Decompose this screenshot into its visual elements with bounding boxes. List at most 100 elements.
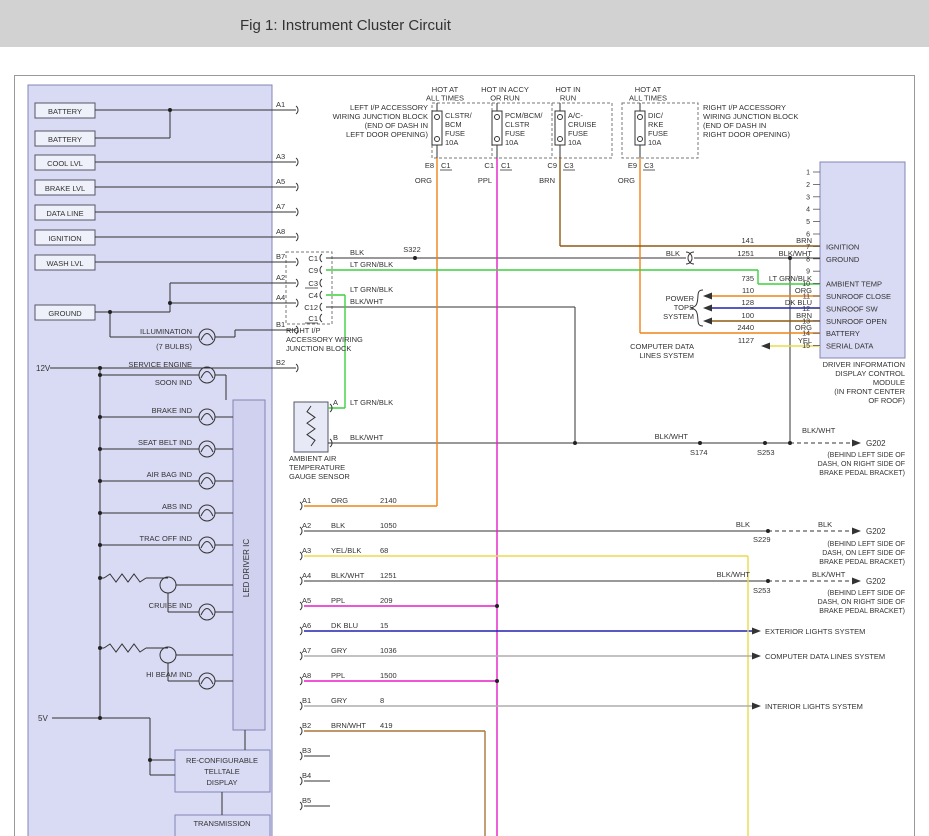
connector-circuit: 8 — [380, 696, 384, 705]
junction-pin: C12 — [304, 303, 318, 312]
dic-caption: MODULE — [873, 378, 905, 387]
dic-pin-number: 5 — [806, 219, 810, 226]
connector-color: ORG — [331, 496, 348, 505]
sensor-pin-a: A — [333, 398, 338, 407]
illumination-label: (7 BULBS) — [156, 342, 192, 351]
dic-pin-label: SUNROOF OPEN — [826, 317, 887, 326]
connector-ref: C1 — [501, 161, 511, 170]
ground-g202: G202 — [866, 577, 886, 586]
junction-pin: C1 — [308, 314, 318, 323]
splice-s174: S174 — [690, 448, 708, 457]
dic-wire-circuit: 128 — [741, 298, 754, 307]
ground-wire-label: BLK/WHT — [802, 426, 836, 435]
cluster-edge-pin-A3: A3 — [276, 152, 285, 161]
dic-wire-circuit: 100 — [741, 311, 754, 320]
left-block-label: WIRING JUNCTION BLOCK — [333, 112, 428, 121]
cluster-edge-pin-A5: A5 — [276, 177, 285, 186]
junction-pin: C3 — [308, 279, 318, 288]
fuse-label: CRUISE — [568, 120, 596, 129]
cluster-edge-pin-B2: B2 — [276, 358, 285, 367]
connector-ref: C3 — [644, 161, 654, 170]
connector-circuit: 419 — [380, 721, 393, 730]
connector-ref: E9 — [628, 161, 637, 170]
cluster-edge-pin-A1: A1 — [276, 100, 285, 109]
wire-color-label: ORG — [618, 176, 635, 185]
power-tops-label: POWER — [666, 294, 695, 303]
indicator-label: CRUISE IND — [149, 601, 193, 610]
fuse-label: FUSE — [568, 129, 588, 138]
ground-g202: G202 — [866, 439, 886, 448]
fuse-label: FUSE — [505, 129, 525, 138]
fuse-label: A/C- — [568, 111, 584, 120]
ground-wire-label: BLK/WHT — [812, 570, 846, 579]
fuse-label: 10A — [568, 138, 581, 147]
junction-pin: C4 — [308, 291, 318, 300]
illumination-label: ILLUMINATION — [140, 327, 192, 336]
dic-wire-circuit: 2440 — [737, 323, 754, 332]
connector-ref: C1 — [484, 161, 494, 170]
connector-circuit: 1050 — [380, 521, 397, 530]
cluster-edge-pin-B1: B1 — [276, 320, 285, 329]
fuse-label: 10A — [648, 138, 661, 147]
connector-pin-A3: A3 — [302, 546, 311, 555]
cluster-pin-box-label: DATA LINE — [46, 209, 83, 218]
exterior-lights-label: EXTERIOR LIGHTS SYSTEM — [765, 627, 865, 636]
ground-note: BRAKE PEDAL BRACKET) — [819, 559, 905, 566]
ambient-sensor-box — [294, 402, 328, 452]
fuse-label: PCM/BCM/ — [505, 111, 543, 120]
fuse-label: BCM — [445, 120, 462, 129]
dic-caption: OF ROOF) — [868, 396, 905, 405]
sensor-caption: TEMPERATURE — [289, 463, 345, 472]
dic-pin-number: 2 — [806, 182, 810, 189]
telltale-label: DISPLAY — [206, 778, 237, 787]
dic-pin-label: BATTERY — [826, 329, 860, 338]
ground-wire-label: BLK — [736, 520, 750, 529]
hot-label: ALL TIMES — [426, 94, 464, 103]
connector-circuit: 2140 — [380, 496, 397, 505]
dic-pin-label: GROUND — [826, 255, 860, 264]
junction-wire-label: BLK — [350, 248, 364, 257]
fuse-label: FUSE — [648, 129, 668, 138]
connector-ref: C1 — [441, 161, 451, 170]
connector-color: YEL/BLK — [331, 546, 361, 555]
hot-label: ALL TIMES — [629, 94, 667, 103]
indicator-label: HI BEAM IND — [146, 670, 192, 679]
junction-wire-label: BLK/WHT — [350, 297, 384, 306]
ground-wire-label: BLK/WHT — [655, 432, 689, 441]
ground-note: (BEHIND LEFT SIDE OF — [827, 590, 905, 597]
ground-note: BRAKE PEDAL BRACKET) — [819, 470, 905, 477]
dic-wire-color: BLK/WHT — [779, 249, 813, 258]
dic-wire-circuit: 1127 — [738, 336, 754, 345]
splice-s253: S253 — [757, 448, 775, 457]
right-block-label: WIRING JUNCTION BLOCK — [703, 112, 798, 121]
hot-label: OR RUN — [490, 94, 520, 103]
connector-circuit: 209 — [380, 596, 393, 605]
dic-pin-label: SUNROOF SW — [826, 304, 879, 313]
left-block-label: LEFT I/P ACCESSORY — [350, 103, 428, 112]
led-driver-ic-label: LED DRIVER IC — [242, 539, 251, 597]
fuse-label: 10A — [445, 138, 458, 147]
interior-lights-label: INTERIOR LIGHTS SYSTEM — [765, 702, 863, 711]
connector-pin-B2: B2 — [302, 721, 311, 730]
sensor-wire-a: LT GRN/BLK — [350, 398, 393, 407]
wiring-diagram: Fig 1: Instrument Cluster Circuit BATTER… — [0, 0, 929, 836]
dic-wire-color: LT GRN/BLK — [769, 274, 812, 283]
connector-color: GRY — [331, 646, 347, 655]
indicator-label: SOON IND — [155, 378, 193, 387]
dic-pin-number: 3 — [806, 194, 810, 201]
dic-wire-circuit: 735 — [741, 274, 754, 283]
dic-wire-color: ORG — [795, 286, 812, 295]
fuse-label: DIC/ — [648, 111, 664, 120]
indicator-label: SERVICE ENGINE — [128, 360, 192, 369]
dic-wire-pre: BLK — [666, 249, 680, 258]
sensor-pin-b: B — [333, 433, 338, 442]
telltale-label: RE-CONFIGURABLE — [186, 756, 258, 765]
sensor-caption: GAUGE SENSOR — [289, 472, 350, 481]
label-12v: 12V — [36, 364, 51, 373]
page-title: Fig 1: Instrument Cluster Circuit — [240, 17, 452, 34]
connector-circuit: 1500 — [380, 671, 397, 680]
indicator-label: AIR BAG IND — [147, 470, 193, 479]
telltale-label: TELLTALE — [204, 767, 240, 776]
connector-color: DK BLU — [331, 621, 358, 630]
connector-pin-B1: B1 — [302, 696, 311, 705]
